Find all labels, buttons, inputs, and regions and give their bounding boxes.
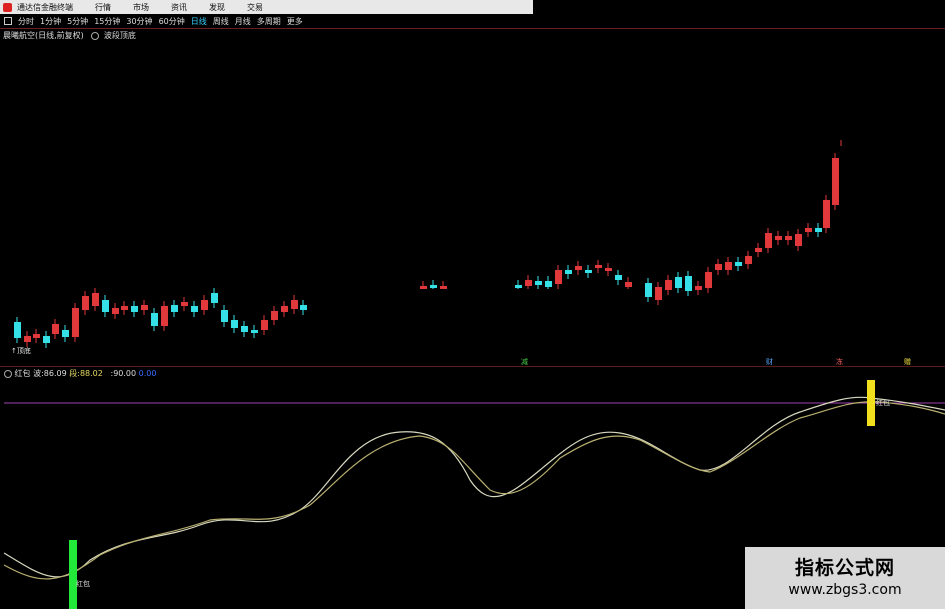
candle-body <box>181 302 188 306</box>
signal-label: 红包 <box>876 399 890 407</box>
candle-body <box>555 270 562 284</box>
watermark: 指标公式网 www.zbgs3.com <box>745 547 945 609</box>
candle-body <box>775 236 782 240</box>
candle-body <box>545 281 552 287</box>
candle-body <box>785 236 792 240</box>
bottom-marker-label: ↑顶底 <box>11 347 31 355</box>
candle-body <box>565 270 572 274</box>
candle-body <box>112 308 119 314</box>
candle-body <box>535 281 542 285</box>
candle-body <box>735 262 742 266</box>
candle-body <box>815 228 822 232</box>
candle-body <box>121 306 128 310</box>
candle-body <box>171 305 178 312</box>
candle-body <box>705 272 712 288</box>
candle-body <box>765 233 772 248</box>
candle-body <box>92 293 99 306</box>
signal-bar-green <box>69 540 77 609</box>
candle-body <box>645 283 652 297</box>
candle-body <box>241 326 248 332</box>
candle-body <box>695 286 702 290</box>
candle-body <box>675 277 682 288</box>
candle-body <box>595 265 602 268</box>
candle-body <box>615 275 622 280</box>
indicator-title: 红包 波:86.09 段:88.02 :90.00 0.00 <box>4 368 156 379</box>
seg-label: 段: <box>69 369 80 378</box>
candle-body <box>14 322 21 338</box>
candle-body <box>291 300 298 309</box>
candle-body <box>665 280 672 290</box>
candle-body <box>151 313 158 326</box>
candle-body <box>685 276 692 291</box>
candle-body <box>725 262 732 270</box>
event-marker: 财 <box>766 358 773 366</box>
candle-body <box>72 308 79 337</box>
extra-value: 0.00 <box>138 369 157 378</box>
candle-body <box>575 266 582 270</box>
candle-body <box>625 282 632 287</box>
blank-bar <box>310 289 635 321</box>
candle-body <box>605 268 612 271</box>
candle-body <box>795 234 802 246</box>
event-marker: 赠 <box>904 358 911 366</box>
candle-body <box>525 280 532 286</box>
candle-body <box>24 336 31 342</box>
candle-body <box>300 305 307 310</box>
candle-body <box>131 306 138 312</box>
level-value: 90.00 <box>113 369 137 378</box>
candle-body <box>271 311 278 320</box>
candle-body <box>82 296 89 310</box>
candle-body <box>655 287 662 300</box>
candle-body <box>715 264 722 270</box>
event-marker: 减 <box>521 358 528 366</box>
candle-body <box>823 200 830 228</box>
seg-value: 88.02 <box>79 369 103 378</box>
candle-body <box>102 300 109 312</box>
candle-body <box>211 293 218 303</box>
event-marker: 冻 <box>836 358 843 366</box>
wave-value: 86.09 <box>43 369 67 378</box>
candle-body <box>52 324 59 334</box>
candle-body <box>191 306 198 312</box>
candle-body <box>261 320 268 330</box>
candle-body <box>141 305 148 310</box>
candle-body <box>585 270 592 273</box>
candle-body <box>231 320 238 328</box>
candle-body <box>832 158 839 205</box>
indicator-toggle-icon[interactable] <box>4 369 12 378</box>
candle-body <box>515 285 522 288</box>
panel-divider <box>0 366 945 367</box>
candle-body <box>161 306 168 326</box>
candle-body <box>805 228 812 232</box>
watermark-title: 指标公式网 <box>794 557 895 579</box>
candle-body <box>221 310 228 322</box>
candle-body <box>43 336 50 343</box>
candle-body <box>745 256 752 264</box>
signal-label: 红包 <box>76 580 90 588</box>
candle-body <box>430 285 437 288</box>
candle-body <box>251 330 258 333</box>
indicator-label: 红包 <box>14 369 31 378</box>
signal-bar-yellow <box>867 380 875 426</box>
candle-body <box>201 300 208 310</box>
candle-body <box>62 330 69 337</box>
watermark-url: www.zbgs3.com <box>788 582 902 598</box>
candle-body <box>33 334 40 338</box>
candle-body <box>755 248 762 252</box>
wave-label: 波: <box>33 369 44 378</box>
candle-body <box>281 306 288 312</box>
